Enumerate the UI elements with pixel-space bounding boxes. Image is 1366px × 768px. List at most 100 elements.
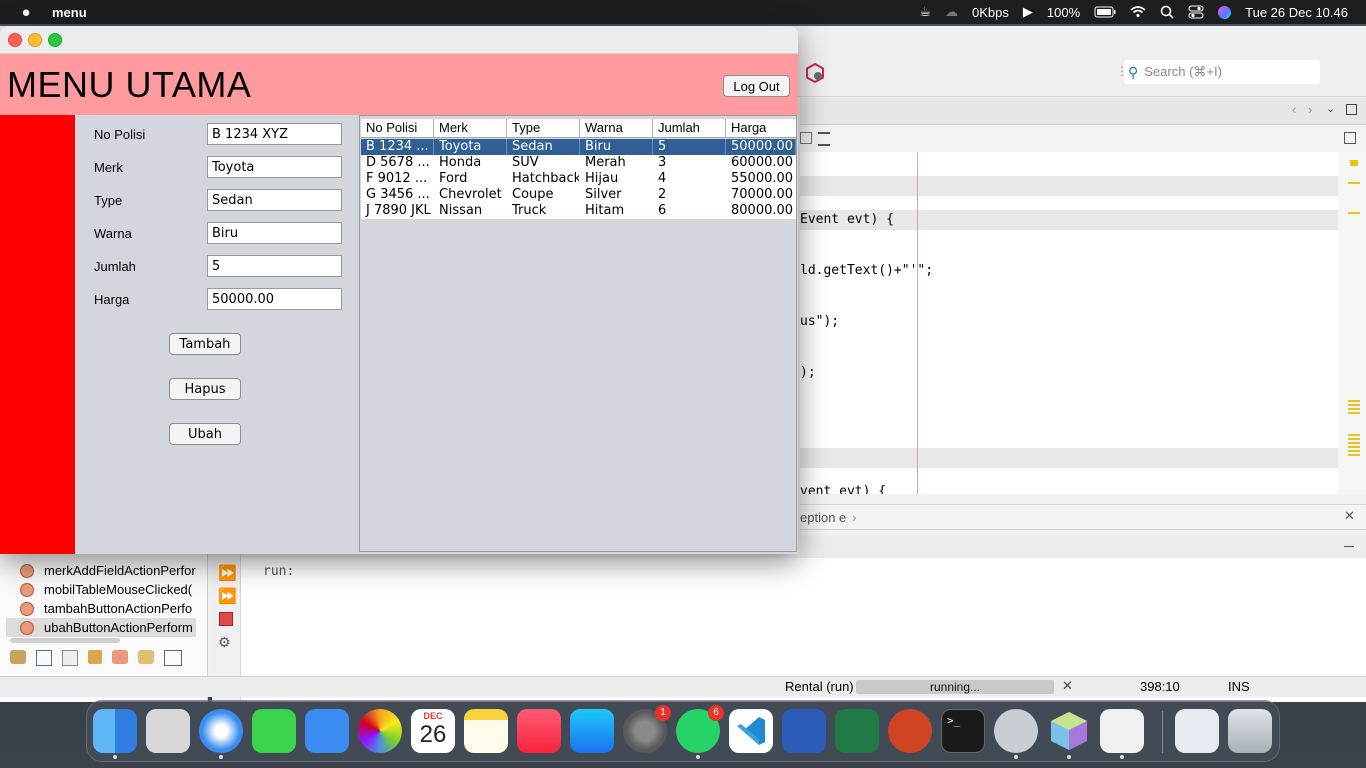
table-row[interactable]: F 9012 ... Ford Hatchback Hijau 4 55000.00 bbox=[361, 171, 796, 187]
trash-icon[interactable] bbox=[1228, 709, 1272, 753]
filter-icon[interactable] bbox=[10, 650, 26, 664]
editor-tool-icon[interactable] bbox=[818, 132, 830, 146]
finder-icon[interactable] bbox=[93, 709, 137, 759]
excel-icon[interactable] bbox=[835, 709, 879, 753]
mobil-table[interactable]: No Polisi Merk Type Warna Jumlah Harga B… bbox=[359, 115, 797, 552]
harga-field[interactable]: 50000.00 bbox=[207, 288, 342, 310]
mysql-workbench-icon[interactable] bbox=[994, 709, 1038, 759]
no-polisi-field[interactable]: B 1234 XYZ bbox=[207, 123, 342, 145]
close-window-button[interactable] bbox=[8, 33, 22, 47]
safari-icon[interactable] bbox=[199, 709, 243, 759]
search-icon[interactable] bbox=[1160, 5, 1174, 19]
photos-icon[interactable] bbox=[358, 709, 402, 753]
logout-button[interactable]: Log Out bbox=[723, 75, 790, 97]
hapus-button[interactable]: Hapus bbox=[169, 378, 241, 400]
launchpad-icon[interactable] bbox=[146, 709, 190, 753]
notes-icon[interactable] bbox=[464, 709, 508, 753]
breadcrumb-item[interactable]: eption e bbox=[800, 510, 846, 525]
rerun-with-params-icon[interactable]: ⏩ bbox=[218, 587, 237, 605]
rerun-icon[interactable]: ⏩ bbox=[218, 564, 237, 582]
app-menu-name[interactable]: menu bbox=[52, 5, 87, 20]
field-filter-icon[interactable] bbox=[36, 650, 52, 666]
netbeans-icon[interactable] bbox=[1047, 709, 1091, 759]
battery-icon[interactable] bbox=[1094, 6, 1116, 18]
close-icon[interactable]: ✕ bbox=[1344, 508, 1355, 524]
list-item[interactable]: merkAddFieldActionPerfor bbox=[20, 561, 200, 580]
cancel-progress-icon[interactable]: ✕ bbox=[1062, 678, 1073, 694]
powerpoint-icon[interactable] bbox=[888, 709, 932, 753]
maximize-icon[interactable] bbox=[1346, 104, 1357, 115]
cloud-icon[interactable]: ☁ bbox=[945, 4, 958, 20]
class-filter-icon[interactable] bbox=[112, 650, 128, 664]
lock-icon[interactable] bbox=[88, 650, 102, 664]
column-header[interactable]: No Polisi bbox=[361, 119, 434, 137]
profile-icon[interactable] bbox=[804, 62, 826, 84]
code-editor[interactable]: Event evt) { ld.getText()+"'"; us"); ); … bbox=[800, 152, 1338, 494]
settings-icon[interactable]: ⚙ bbox=[218, 634, 231, 651]
app-store-icon[interactable] bbox=[570, 709, 614, 753]
sort-icon[interactable] bbox=[164, 650, 182, 666]
minimize-window-button[interactable] bbox=[28, 33, 42, 47]
column-header[interactable]: Warna bbox=[580, 119, 653, 137]
merk-field[interactable]: Toyota bbox=[207, 156, 342, 178]
mail-icon[interactable] bbox=[305, 709, 349, 753]
wifi-icon[interactable] bbox=[1130, 6, 1146, 18]
list-item[interactable]: ubahButtonActionPerform bbox=[6, 618, 196, 637]
editor-tool-icon[interactable] bbox=[800, 132, 812, 144]
type-cell: Coupe bbox=[512, 187, 554, 202]
tab-scroll-left-icon[interactable]: ‹ bbox=[1292, 102, 1296, 117]
tab-scroll-right-icon[interactable]: › bbox=[1308, 102, 1312, 117]
merk-cell: Honda bbox=[439, 155, 482, 170]
type-cell: Truck bbox=[512, 203, 547, 218]
table-row[interactable]: D 5678 ... Honda SUV Merah 3 60000.00 bbox=[361, 155, 796, 171]
coffee-icon[interactable]: ☕ bbox=[919, 4, 931, 20]
navigator-toolbar bbox=[10, 650, 205, 668]
column-header[interactable]: Harga bbox=[726, 119, 796, 137]
horizontal-scrollbar[interactable] bbox=[10, 638, 120, 643]
word-icon[interactable] bbox=[782, 709, 826, 753]
jumlah-field[interactable]: 5 bbox=[207, 255, 342, 277]
column-header[interactable]: Jumlah bbox=[653, 119, 726, 137]
documents-folder-icon[interactable] bbox=[1175, 709, 1219, 753]
column-header[interactable]: Merk bbox=[434, 119, 507, 137]
table-row[interactable]: G 3456 ... Chevrolet Coupe Silver 2 70000.00 bbox=[361, 187, 796, 203]
zoom-window-button[interactable] bbox=[48, 33, 62, 47]
vscode-icon[interactable] bbox=[729, 709, 773, 753]
table-row[interactable]: B 1234 ... Toyota Sedan Biru 5 50000.00 bbox=[361, 139, 796, 155]
play-icon[interactable]: ▶ bbox=[1023, 4, 1033, 20]
type-field[interactable]: Sedan bbox=[207, 189, 342, 211]
caret-position: 398:10 bbox=[1140, 679, 1180, 694]
table-row[interactable]: J 7890 JKL Nissan Truck Hitam 6 80000.00 bbox=[361, 203, 796, 219]
messages-icon[interactable] bbox=[252, 709, 296, 753]
minimize-icon[interactable] bbox=[1344, 546, 1354, 547]
siri-icon[interactable] bbox=[1218, 5, 1232, 19]
java-icon[interactable] bbox=[1100, 709, 1144, 759]
whatsapp-icon[interactable]: 6 bbox=[676, 705, 724, 759]
system-settings-icon[interactable]: 1 bbox=[623, 705, 671, 753]
editor-error-stripe[interactable] bbox=[1338, 152, 1366, 494]
list-item[interactable]: tambahButtonActionPerfo bbox=[20, 599, 200, 618]
split-icon[interactable] bbox=[1344, 132, 1356, 144]
insert-mode: INS bbox=[1228, 679, 1250, 694]
running-indicator bbox=[696, 755, 700, 759]
list-item-label: ubahButtonActionPerform bbox=[44, 620, 193, 635]
apple-icon[interactable]: ● bbox=[18, 4, 34, 21]
tab-list-icon[interactable]: ⌄ bbox=[1326, 102, 1335, 115]
control-center-icon[interactable] bbox=[1188, 5, 1204, 19]
ubah-button[interactable]: Ubah bbox=[169, 423, 241, 445]
music-icon[interactable] bbox=[517, 709, 561, 753]
stop-icon[interactable] bbox=[219, 612, 233, 626]
tambah-button[interactable]: Tambah bbox=[169, 333, 241, 355]
network-speed[interactable]: 0Kbps bbox=[972, 5, 1009, 20]
inherit-icon[interactable] bbox=[138, 650, 154, 664]
terminal-icon[interactable]: >_ bbox=[941, 709, 985, 753]
calendar-icon[interactable]: DEC 26 bbox=[411, 709, 455, 753]
window-titlebar[interactable] bbox=[0, 26, 798, 54]
clock[interactable]: Tue 26 Dec 10.46 bbox=[1245, 5, 1348, 20]
static-filter-icon[interactable] bbox=[62, 650, 78, 666]
harga-cell: 60000.00 bbox=[731, 155, 794, 170]
column-header[interactable]: Type bbox=[507, 119, 580, 137]
ide-search-field[interactable]: ⚲ Search (⌘+I) bbox=[1124, 60, 1320, 84]
list-item[interactable]: mobilTableMouseClicked( bbox=[20, 580, 200, 599]
warna-field[interactable]: Biru bbox=[207, 222, 342, 244]
